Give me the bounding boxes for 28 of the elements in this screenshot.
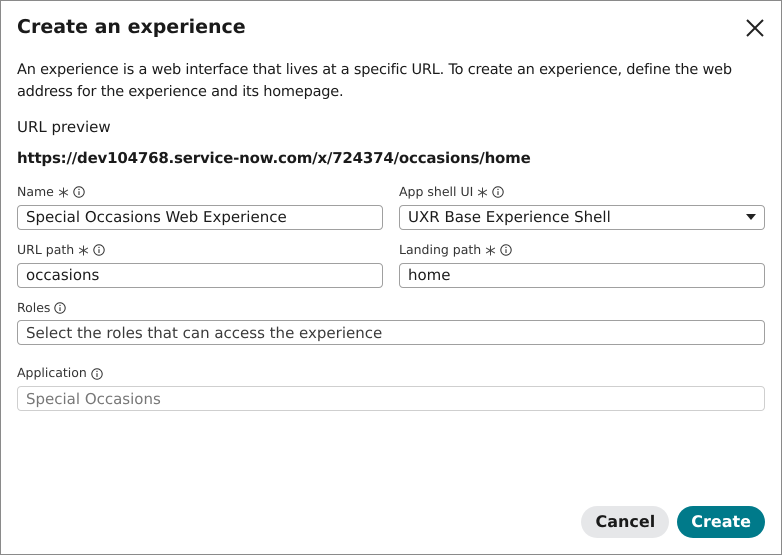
info-icon — [93, 244, 106, 256]
url-preview-label: URL preview — [17, 117, 112, 138]
description: An experience is a web interface that lives at a specific URL. To create an experience, define the web address for the experience and its homepage. — [17, 61, 733, 102]
field-label: Name — [17, 183, 54, 201]
field-label: App shell UI — [399, 183, 474, 201]
info-icon — [500, 244, 512, 256]
url-preview: https://dev104768.service-now.com/x/724374/occasions/home — [17, 148, 532, 168]
field-label: Roles — [17, 298, 50, 316]
create-button[interactable]: Create — [677, 506, 765, 538]
dropdown[interactable]: UXR Base Experience Shell — [399, 204, 765, 230]
required-icon — [485, 244, 496, 256]
info-icon — [492, 186, 504, 198]
input-field[interactable]: occasions — [17, 262, 383, 288]
dialog-title: Create an experience — [17, 16, 246, 38]
input-field[interactable]: home — [399, 262, 765, 288]
required-icon — [58, 186, 69, 198]
field-label: URL path — [17, 240, 74, 259]
required-icon — [477, 186, 488, 198]
field-label: Application — [17, 364, 87, 382]
info-icon — [54, 302, 66, 314]
info-icon — [90, 368, 103, 380]
cancel-button[interactable]: Cancel — [581, 506, 670, 538]
input-field[interactable]: Special Occasions Web Experience — [17, 204, 383, 230]
input-field[interactable]: Select the roles that can access the experience — [17, 320, 765, 346]
caret-icon — [746, 214, 756, 220]
field-label: Landing path — [399, 240, 482, 259]
info-icon — [72, 186, 85, 198]
required-icon — [78, 244, 90, 256]
